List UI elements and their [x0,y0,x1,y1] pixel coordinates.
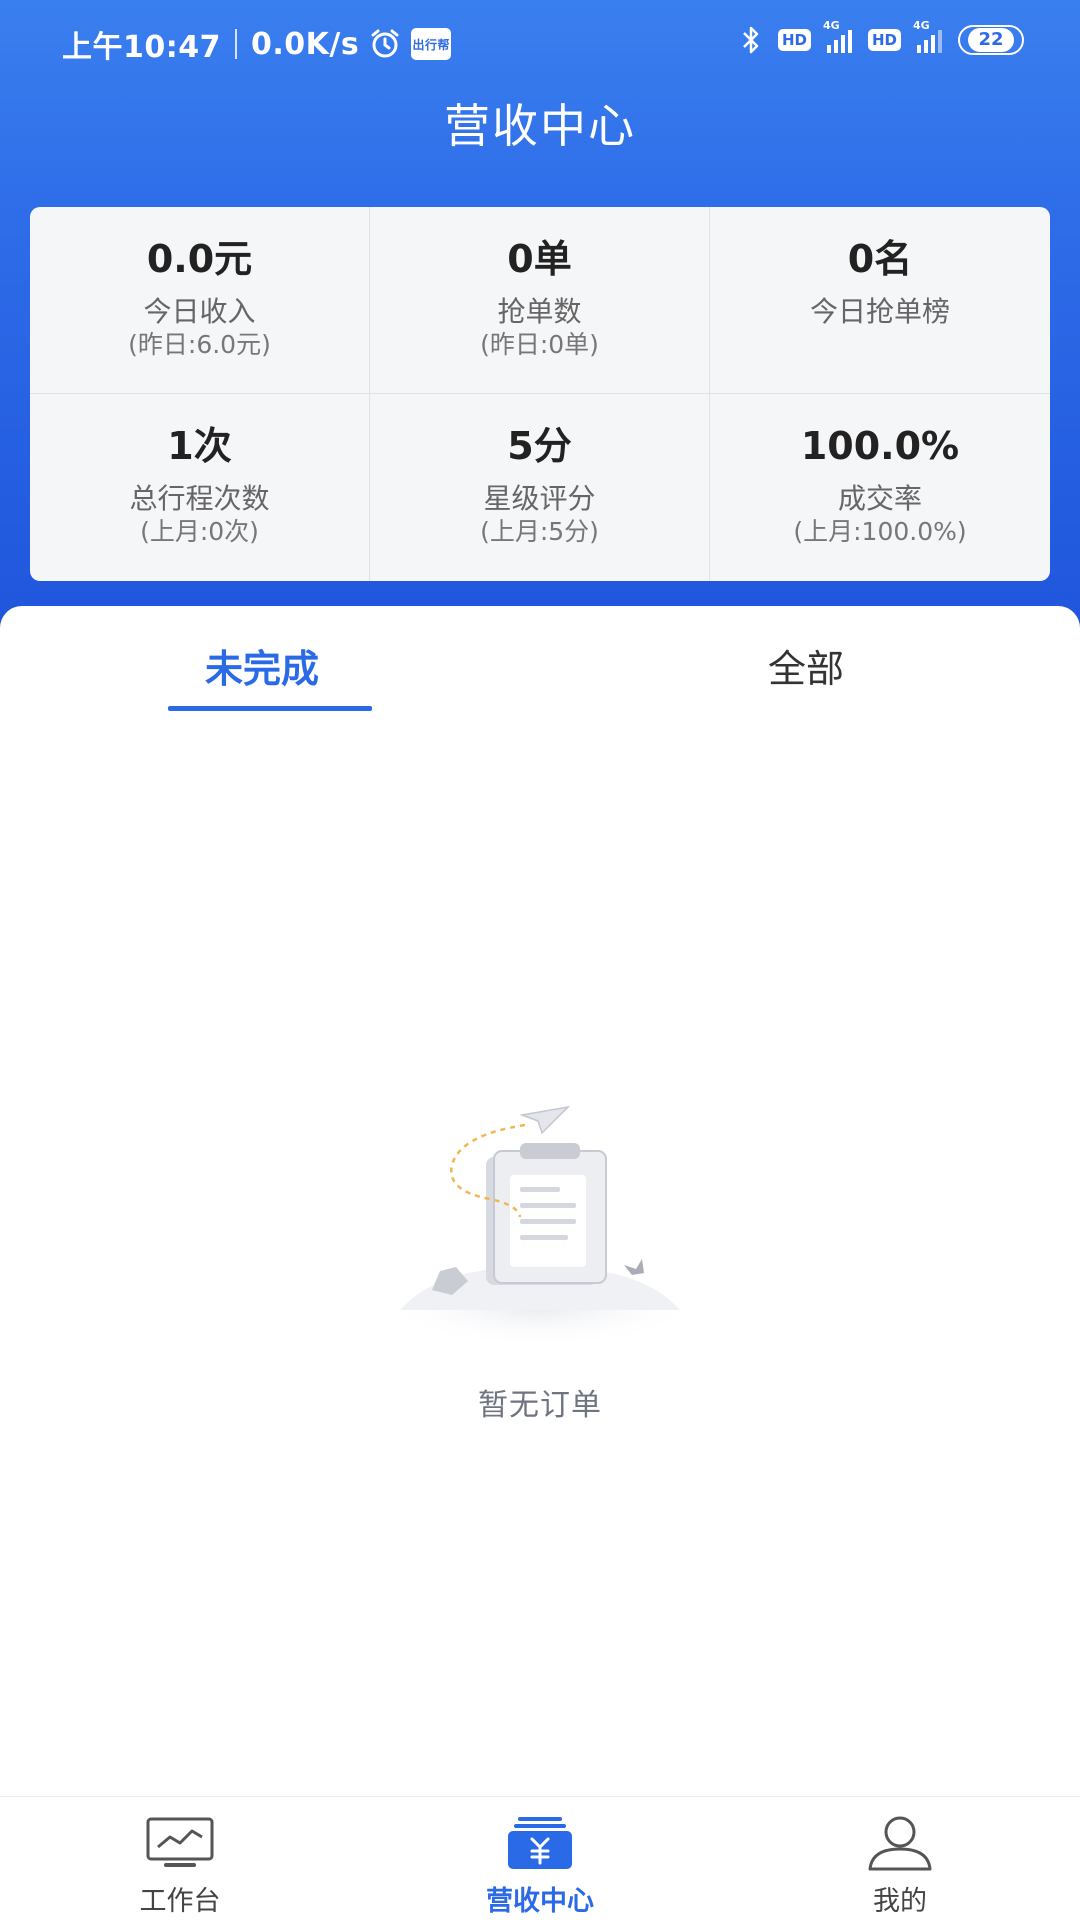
nav-item-revenue-center[interactable]: 营收中心 [460,1815,620,1918]
empty-state-text: 暂无订单 [478,1388,602,1423]
hd-badge-2: HD [867,29,901,51]
bottom-nav: 工作台 营收中心 我的 [0,1796,1080,1920]
stat-label: 总行程次数 [129,482,270,515]
stat-star-rating[interactable]: 5分 星级评分 (上月:5分) [370,394,710,581]
order-tabs: 未完成 全部 [0,606,1080,714]
status-bar: 上午10:47 0.0K/s 出行帮 HD 4G HD 4G 22 [0,0,1080,86]
nav-label: 我的 [873,1886,927,1917]
stat-label: 抢单数 [497,295,582,328]
nav-label: 营收中心 [486,1886,594,1917]
stat-sub: (上月:5分) [480,517,599,546]
stat-sub: (上月:0次) [140,517,259,546]
network-speed: 0.0K/s [251,26,360,62]
stat-sub: (上月:100.0%) [793,517,967,546]
stat-value: 1次 [167,424,232,468]
signal-icon-2: 4G [913,19,942,53]
tab-active-indicator [168,706,372,711]
stat-value: 0.0元 [146,237,253,281]
stat-value: 5分 [507,424,572,468]
hd-badge: HD [777,29,811,51]
nav-item-workbench[interactable]: 工作台 [100,1815,260,1918]
status-time: 上午10:47 [62,30,221,65]
tab-unfinished[interactable]: 未完成 [205,638,319,693]
stat-value: 100.0% [800,424,960,468]
stat-value: 0单 [507,237,572,281]
alarm-icon [371,29,399,58]
stat-sub: (昨日:0单) [480,330,599,359]
stat-label: 今日抢单榜 [809,295,950,328]
stat-label: 星级评分 [483,482,596,515]
stat-label: 今日收入 [143,295,256,328]
app-notification-icon: 出行帮 [411,28,452,60]
monitor-chart-icon [146,1817,214,1867]
stat-grab-rank[interactable]: 0名 今日抢单榜 [710,207,1050,394]
stat-grab-count[interactable]: 0单 抢单数 (昨日:0单) [370,207,710,394]
page-title: 营收中心 [444,99,636,153]
stat-sub: (昨日:6.0元) [128,330,271,359]
empty-orders-illustration-icon [380,1105,700,1345]
status-separator [235,29,237,59]
signal-icon: 4G [823,19,852,53]
yuan-wallet-icon [508,1817,572,1869]
tab-all[interactable]: 全部 [768,638,844,693]
battery-icon: 22 [958,25,1024,55]
stat-value: 0名 [847,237,913,281]
user-icon [868,1816,932,1871]
stat-label: 成交率 [837,482,922,515]
nav-item-mine[interactable]: 我的 [820,1815,980,1918]
stat-total-trips[interactable]: 1次 总行程次数 (上月:0次) [30,394,370,581]
nav-label: 工作台 [139,1886,221,1917]
stat-deal-rate[interactable]: 100.0% 成交率 (上月:100.0%) [710,394,1050,581]
stats-card: 0.0元 今日收入 (昨日:6.0元) 0单 抢单数 (昨日:0单) 0名 今日… [30,207,1050,581]
stat-today-income[interactable]: 0.0元 今日收入 (昨日:6.0元) [30,207,370,394]
bluetooth-icon [743,26,759,54]
